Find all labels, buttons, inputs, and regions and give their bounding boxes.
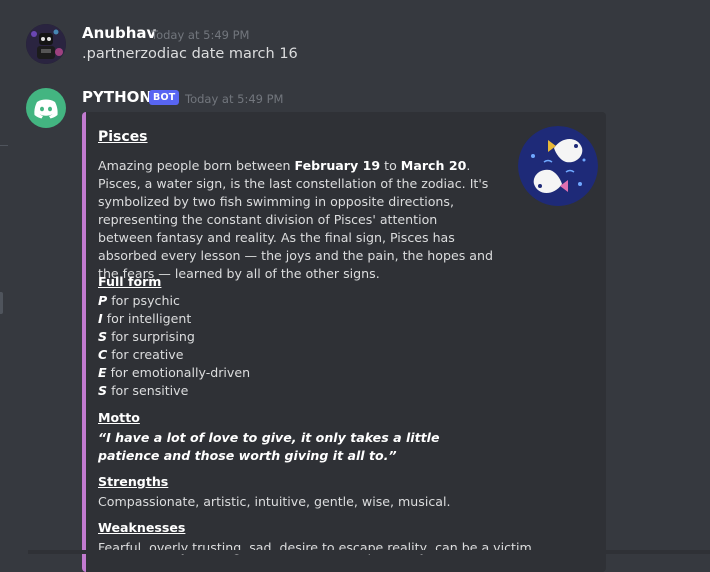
field-strengths-name: Strengths: [98, 474, 169, 489]
fullform-line: Sfor sensitive: [98, 383, 189, 398]
field-weaknesses-value: Fearful, overly trusting, sad, desire to…: [98, 540, 532, 555]
embed-title[interactable]: Pisces: [98, 129, 148, 145]
timestamp: Today at 5:49 PM: [185, 92, 284, 106]
embed: Pisces Amazing people born between Febru…: [82, 112, 606, 572]
field-motto-value: “I have a lot of love to give, it only t…: [98, 430, 440, 463]
embed-description: Amazing people born between February 19 …: [98, 158, 493, 281]
field-fullform-name: Full form: [98, 274, 162, 289]
bot-username[interactable]: PYTHON: [82, 88, 152, 106]
divider: [0, 145, 8, 146]
field-strengths-value: Compassionate, artistic, intuitive, gent…: [98, 494, 451, 509]
fullform-line: Pfor psychic: [98, 293, 180, 308]
horizontal-scrollbar[interactable]: [28, 550, 710, 554]
fullform-line: Sfor surprising: [98, 329, 195, 344]
timestamp: Today at 5:49 PM: [151, 28, 250, 42]
bot-badge: BOT: [149, 90, 180, 105]
message-text: .partnerzodiac date march 16: [82, 46, 298, 62]
fullform-line: Cfor creative: [98, 347, 184, 362]
discord-logo-icon[interactable]: [26, 88, 66, 128]
pisces-fish-icon[interactable]: [518, 126, 598, 206]
field-weaknesses-name: Weaknesses: [98, 520, 186, 535]
fullform-line: Efor emotionally-driven: [98, 365, 251, 380]
fullform-line: Ifor intelligent: [98, 311, 192, 326]
field-motto-name: Motto: [98, 410, 140, 425]
robot-avatar-icon[interactable]: [26, 24, 66, 64]
scroll-marker: [0, 292, 3, 314]
username[interactable]: Anubhav: [82, 24, 156, 42]
